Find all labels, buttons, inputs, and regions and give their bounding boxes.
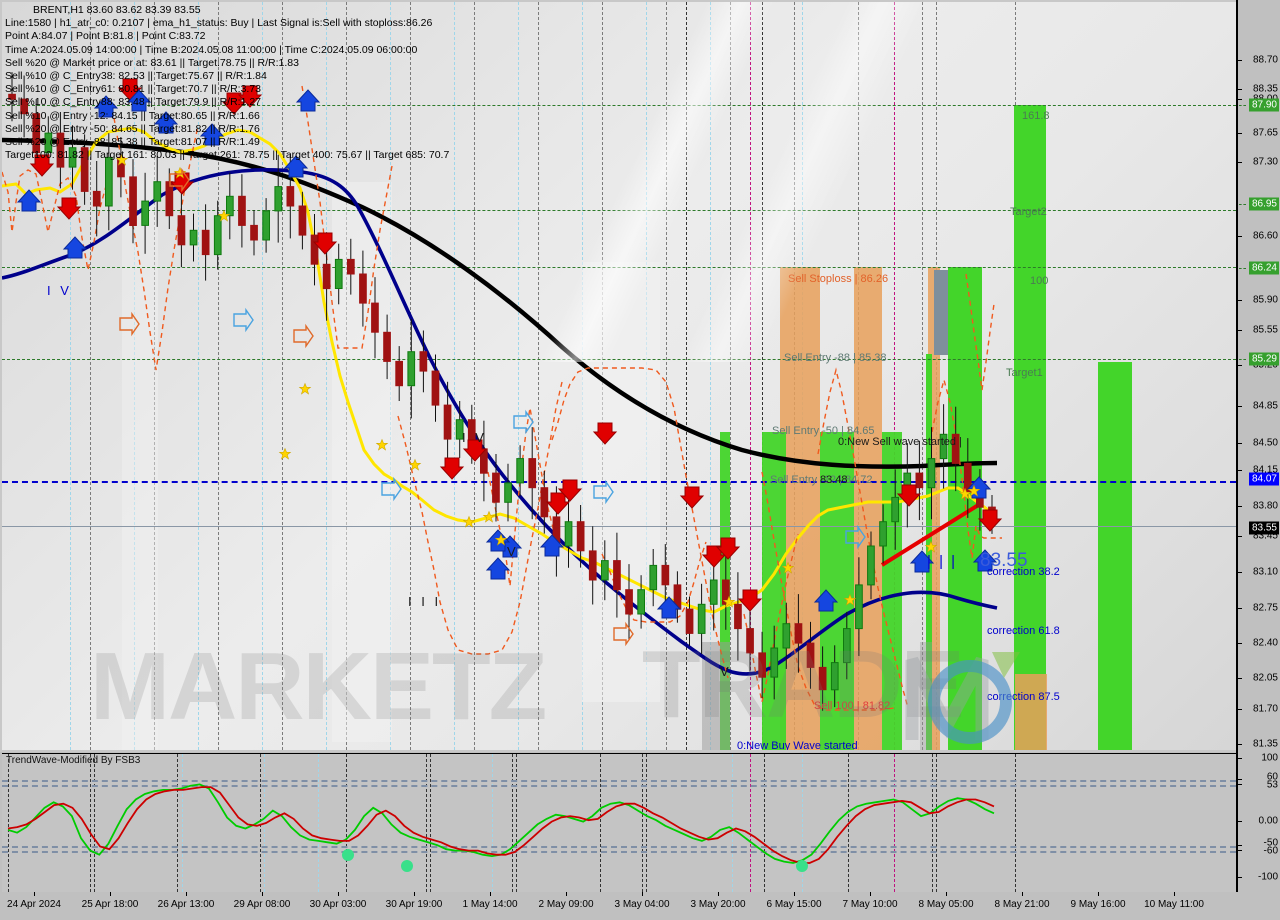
time-tick bbox=[946, 892, 947, 896]
label-wave-mark: V bbox=[507, 544, 516, 559]
indicator-signal-dot bbox=[795, 859, 808, 872]
time-tick bbox=[490, 892, 491, 896]
time-tick bbox=[338, 892, 339, 896]
label-fib-100: 100 bbox=[1030, 275, 1049, 287]
indicator-pane[interactable]: TrendWave-Modified By FSB3 100 60 53 0.0… bbox=[0, 752, 1280, 893]
price-badge-last: 83.55 bbox=[1248, 521, 1279, 535]
time-tick bbox=[718, 892, 719, 896]
price-badge-bid: 84.07 bbox=[1248, 472, 1279, 486]
time-tick bbox=[794, 892, 795, 896]
price-tick: 85.90 bbox=[1252, 294, 1278, 306]
time-tick-label: 26 Apr 13:00 bbox=[157, 899, 215, 910]
label-new-buy-wave: 0:New Buy Wave started bbox=[737, 740, 858, 750]
time-tick-label: 6 May 15:00 bbox=[766, 899, 822, 910]
ind-tick: 0.00 bbox=[1258, 815, 1278, 827]
watermark-marketz: MARKETZ bbox=[90, 633, 547, 740]
time-tick-label: 29 Apr 08:00 bbox=[233, 899, 291, 910]
price-axis[interactable]: 88.70 88.35 88.00 87.65 87.30 86.60 85.9… bbox=[1236, 0, 1280, 752]
brand-logo-icon bbox=[905, 652, 1020, 744]
label-sell-entry-88: Sell Entry -88 | 85.38 bbox=[784, 352, 887, 364]
trading-chart-window: MARKETZ TRADE Sell Stoploss | 86.26 Sell… bbox=[0, 0, 1280, 920]
ind-tick: -60 bbox=[1263, 845, 1278, 857]
label-fib-target1: Target1 bbox=[1006, 367, 1043, 379]
time-tick-label: 3 May 20:00 bbox=[690, 899, 746, 910]
price-pane[interactable]: MARKETZ TRADE Sell Stoploss | 86.26 Sell… bbox=[0, 0, 1280, 752]
label-new-sell-wave: 0:New Sell wave started | bbox=[838, 436, 962, 448]
time-tick bbox=[1174, 892, 1175, 896]
time-tick-label: 10 May 11:00 bbox=[1144, 899, 1204, 910]
price-tick: 83.10 bbox=[1252, 566, 1278, 578]
price-tick: 88.70 bbox=[1252, 54, 1278, 66]
label-sell-stoploss: Sell Stoploss | 86.26 bbox=[788, 273, 889, 285]
time-tick bbox=[34, 892, 35, 896]
time-tick bbox=[1098, 892, 1099, 896]
price-tick: 81.35 bbox=[1252, 738, 1278, 750]
time-tick-label: 8 May 21:00 bbox=[994, 899, 1050, 910]
ind-tick: -100 bbox=[1257, 871, 1278, 883]
label-wave-mark: I V bbox=[462, 430, 487, 445]
price-tick: 86.60 bbox=[1252, 230, 1278, 242]
price-badge-1618: 87.90 bbox=[1248, 98, 1279, 112]
ind-tick: 53 bbox=[1266, 779, 1278, 791]
label-c-entry-88: 83.48 bbox=[820, 474, 848, 486]
price-tick: 85.55 bbox=[1252, 324, 1278, 336]
time-tick bbox=[110, 892, 111, 896]
price-tick: 84.85 bbox=[1252, 400, 1278, 412]
price-tick: 82.75 bbox=[1252, 602, 1278, 614]
indicator-axis[interactable]: 100 60 53 0.00 -50 -60 -100 bbox=[1236, 752, 1280, 892]
price-tick: 82.05 bbox=[1252, 672, 1278, 684]
time-tick-label: 8 May 05:00 bbox=[918, 899, 974, 910]
time-tick bbox=[262, 892, 263, 896]
price-tick: 82.40 bbox=[1252, 637, 1278, 649]
price-tick: 87.65 bbox=[1252, 127, 1278, 139]
label-price-marker-prefix: | | | bbox=[927, 553, 958, 570]
time-tick bbox=[1022, 892, 1023, 896]
price-badge-target1: 85.29 bbox=[1248, 352, 1279, 366]
label-wave-iv: I V bbox=[47, 283, 72, 298]
time-tick bbox=[566, 892, 567, 896]
label-wave-iii: I I I bbox=[408, 594, 442, 609]
time-tick bbox=[642, 892, 643, 896]
price-badge-target2: 86.95 bbox=[1248, 197, 1279, 211]
price-tick: 83.80 bbox=[1252, 500, 1278, 512]
price-plot-area[interactable]: MARKETZ TRADE Sell Stoploss | 86.26 Sell… bbox=[2, 2, 1236, 750]
indicator-signal-dot bbox=[342, 848, 355, 861]
time-axis[interactable]: 24 Apr 2024 25 Apr 18:00 26 Apr 13:00 29 Ap… bbox=[0, 892, 1280, 920]
time-tick-label: 7 May 10:00 bbox=[842, 899, 898, 910]
time-tick-label: 24 Apr 2024 bbox=[7, 899, 61, 910]
label-fib-target2: Target2 bbox=[1010, 206, 1047, 218]
time-tick-label: 25 Apr 18:00 bbox=[81, 899, 139, 910]
ind-tick: 100 bbox=[1261, 752, 1278, 764]
time-tick bbox=[414, 892, 415, 896]
time-tick-label: 3 May 04:00 bbox=[614, 899, 670, 910]
price-badge-100: 86.24 bbox=[1248, 261, 1279, 275]
time-tick bbox=[870, 892, 871, 896]
price-tick: 87.30 bbox=[1252, 156, 1278, 168]
time-tick-label: 2 May 09:00 bbox=[538, 899, 594, 910]
price-tick: 84.50 bbox=[1252, 437, 1278, 449]
label-fib-1618: 161.8 bbox=[1022, 110, 1050, 122]
time-tick-label: 9 May 16:00 bbox=[1070, 899, 1126, 910]
time-tick bbox=[186, 892, 187, 896]
trendwave-plot-area[interactable]: TrendWave-Modified By FSB3 bbox=[2, 753, 1236, 893]
price-tick: 81.70 bbox=[1252, 703, 1278, 715]
trendwave-series bbox=[7, 783, 995, 864]
label-correction-382: correction 38.2 bbox=[987, 566, 1060, 578]
time-tick-label: 30 Apr 19:00 bbox=[385, 899, 443, 910]
time-tick-label: 30 Apr 03:00 bbox=[309, 899, 367, 910]
time-tick-label: 1 May 14:00 bbox=[462, 899, 518, 910]
